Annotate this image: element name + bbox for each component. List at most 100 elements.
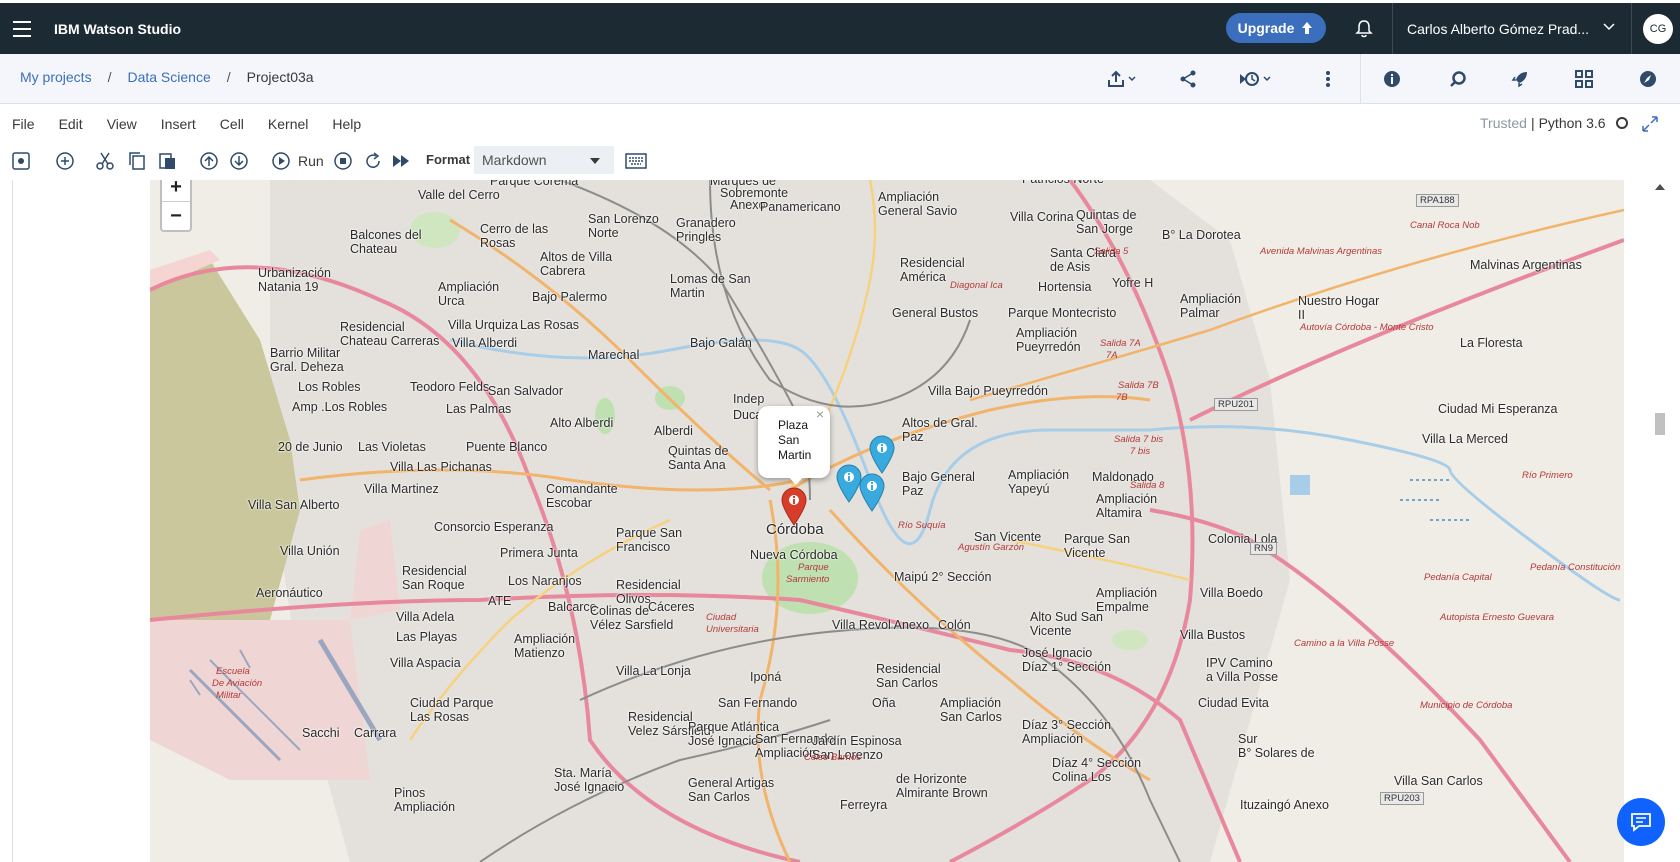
breadcrumb-my-projects[interactable]: My projects — [20, 69, 92, 85]
map-place-label: Residencial — [900, 256, 965, 270]
road-label: Universitaria — [706, 624, 759, 635]
info-button[interactable] — [1378, 65, 1406, 93]
map-place-label: Villa Unión — [280, 544, 340, 558]
map-place-label: Los Naranjos — [508, 574, 582, 588]
map-place-label: Villa Boedo — [1200, 586, 1264, 600]
hamburger-menu-icon[interactable] — [0, 5, 44, 53]
menu-edit[interactable]: Edit — [59, 116, 83, 132]
map-marker-blue[interactable] — [868, 434, 896, 474]
map-place-label: Nuestro Hogar — [1298, 294, 1380, 308]
menu-view[interactable]: View — [107, 116, 137, 132]
chat-button[interactable] — [1617, 798, 1665, 846]
save-button[interactable] — [10, 150, 32, 172]
map-place-label: Yofre H — [1112, 276, 1154, 290]
cut-button[interactable] — [94, 150, 116, 172]
map-place-label: Teodoro Felds — [410, 380, 490, 394]
user-menu[interactable]: Carlos Alberto Gómez Prad... — [1392, 3, 1632, 54]
map-place-label: General Artigas — [688, 776, 775, 790]
version-history-button[interactable] — [1232, 65, 1276, 93]
restart-button[interactable] — [362, 150, 384, 172]
road-label: Salida 7 bis — [1114, 434, 1164, 445]
insert-cell-button[interactable] — [54, 150, 76, 172]
map-place-label: Chateau Carreras — [340, 334, 440, 348]
menu-kernel[interactable]: Kernel — [268, 116, 308, 132]
cell-type-select[interactable]: Markdown — [474, 146, 614, 174]
interrupt-button[interactable] — [332, 150, 354, 172]
map-place-label: Ciudad Evita — [1198, 696, 1269, 710]
popup-text-line: Martin — [778, 448, 812, 462]
map-place-label: IPV Camino — [1206, 656, 1273, 670]
share-button[interactable] — [1174, 65, 1202, 93]
scroll-up-icon[interactable] — [1655, 184, 1665, 190]
map-marker-red[interactable] — [780, 486, 808, 526]
explore-button[interactable] — [1634, 65, 1662, 93]
map-output[interactable]: + − Marques de Sobremonte Anexo Parque Core… — [150, 180, 1624, 862]
zoom-out-button[interactable]: − — [162, 202, 190, 230]
map-place-label: B° Solares de — [1238, 746, 1315, 760]
upgrade-button[interactable]: Upgrade — [1226, 13, 1326, 43]
move-down-button[interactable] — [228, 150, 250, 172]
map-place-label: a Villa Posse — [1206, 670, 1279, 684]
expand-icon[interactable] — [1640, 114, 1660, 134]
overflow-menu-button[interactable] — [1314, 65, 1342, 93]
menu-file[interactable]: File — [12, 116, 35, 132]
map-place-label: Villa La Lonja — [616, 664, 691, 678]
copy-button[interactable] — [126, 150, 148, 172]
map-place-label: Primera Junta — [500, 546, 578, 560]
scrollbar-thumb[interactable] — [1655, 413, 1665, 435]
map-place-label: Rosas — [480, 236, 516, 250]
map-place-label: Ampliación — [1096, 586, 1158, 600]
run-label[interactable]: Run — [298, 153, 324, 169]
zoom-in-button[interactable]: + — [162, 180, 190, 202]
move-up-button[interactable] — [198, 150, 220, 172]
history-icon — [1240, 72, 1271, 86]
map-place-label: José Ignacio — [688, 734, 759, 748]
map-place-label: Ampliación — [514, 632, 576, 646]
find-button[interactable] — [1444, 65, 1472, 93]
menu-cell[interactable]: Cell — [220, 116, 244, 132]
kernel-status: Trusted | Python 3.6 — [1480, 115, 1628, 131]
map-place-label: San Lorenzo — [588, 212, 659, 226]
run-button[interactable] — [270, 150, 292, 172]
map-place-label: San Carlos — [876, 676, 938, 690]
map-place-label: Pringles — [676, 230, 722, 244]
avatar[interactable]: CG — [1643, 14, 1673, 44]
road-shield: RPU203 — [1380, 792, 1424, 805]
menu-help[interactable]: Help — [332, 116, 361, 132]
kernel-idle-icon — [1615, 117, 1628, 129]
breadcrumb-data-science[interactable]: Data Science — [127, 69, 210, 85]
map-place-label: Villa Bajo Pueyrredón — [928, 384, 1048, 398]
map-place-label: Malvinas Argentinas — [1470, 258, 1582, 272]
map-place-label: Sta. María — [554, 766, 612, 780]
trusted-indicator[interactable]: Trusted — [1480, 115, 1527, 131]
road-label: 7 bis — [1130, 446, 1151, 457]
map-place-label: Jardín Espinosa — [812, 734, 902, 748]
keyboard-shortcuts-button[interactable] — [624, 150, 648, 172]
assets-button[interactable] — [1570, 65, 1598, 93]
map-base-layer — [150, 180, 1624, 862]
popup-close-button[interactable]: × — [816, 407, 824, 422]
map-place-label: II — [1298, 308, 1305, 322]
export-menu-button[interactable] — [1100, 65, 1144, 93]
kernel-name: Python 3.6 — [1538, 115, 1606, 131]
notebook-scrollbar[interactable] — [1652, 180, 1668, 862]
map-place-label: Villa Aspacia — [390, 656, 461, 670]
road-label: Agustín Garzón — [958, 542, 1025, 553]
map-marker-blue[interactable] — [858, 472, 886, 512]
notification-bell-icon[interactable] — [1354, 19, 1374, 39]
map-place-label: Altamira — [1096, 506, 1142, 520]
map-place-label: Colón — [938, 618, 971, 632]
app-title[interactable]: IBM Watson Studio — [54, 21, 181, 37]
restart-icon — [366, 152, 380, 168]
map-popup[interactable]: × Plaza San Martin — [758, 406, 830, 478]
map-place-label: Díaz 1° Sección — [1022, 660, 1112, 674]
road-label: Pedanía Constitución — [1530, 562, 1621, 573]
map-place-label: General Savio — [878, 204, 958, 218]
insights-button[interactable] — [1506, 65, 1534, 93]
copy-icon — [129, 152, 145, 170]
menu-insert[interactable]: Insert — [161, 116, 196, 132]
paste-button[interactable] — [156, 150, 178, 172]
run-all-button[interactable] — [390, 150, 412, 172]
map-place-label: Quintas de — [668, 444, 729, 458]
map-place-label: Quintas de — [1076, 208, 1137, 222]
